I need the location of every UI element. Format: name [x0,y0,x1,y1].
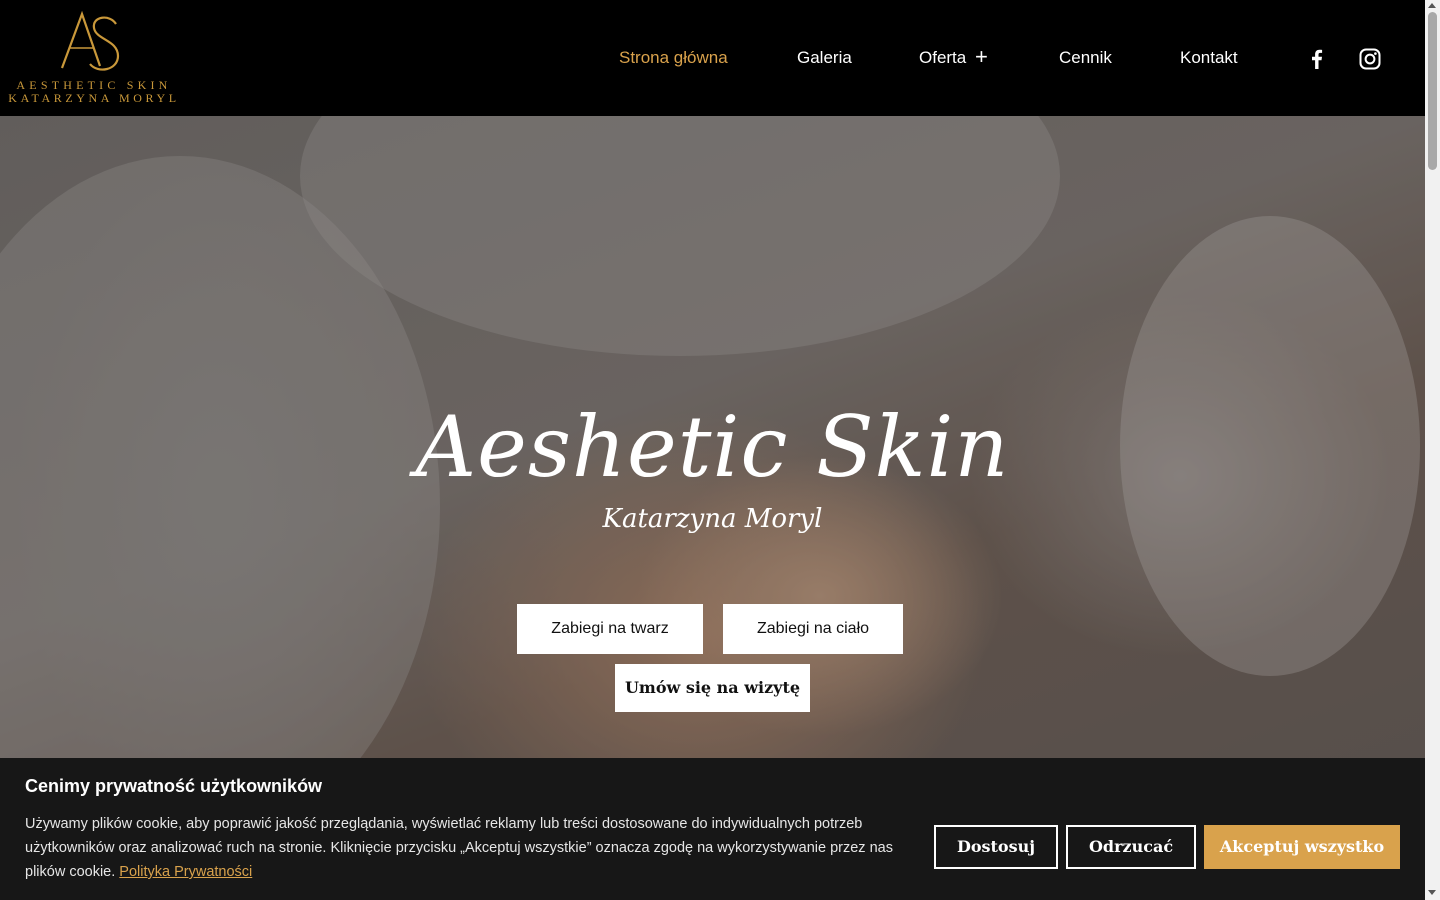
scroll-down-icon[interactable] [1428,890,1436,895]
logo-line-2: KATARZYNA MORYL [8,91,180,105]
plus-icon[interactable]: + [975,46,988,68]
customize-button[interactable]: Dostosuj [934,825,1058,869]
hero-subtitle: Katarzyna Moryl [602,504,823,534]
privacy-policy-link[interactable]: Polityka Prywatności [119,864,252,880]
body-treatments-button[interactable]: Zabiegi na ciało [723,604,903,654]
cookie-banner: Cenimy prywatność użytkowników Używamy p… [0,758,1425,900]
book-appointment-button[interactable]: Umów się na wizytę [615,664,810,712]
nav-item-home[interactable]: Strona główna [619,46,728,70]
nav-item-offer[interactable]: Oferta [919,46,966,70]
reject-button[interactable]: Odrzucać [1066,825,1196,869]
cookie-title: Cenimy prywatność użytkowników [25,776,323,796]
nav-item-contact[interactable]: Kontakt [1180,46,1238,70]
cookie-text: Używamy plików cookie, aby poprawić jako… [25,812,905,884]
hero-title: Aeshetic Skin [415,398,1010,496]
instagram-icon[interactable] [1358,47,1382,71]
nav-item-pricing[interactable]: Cennik [1059,46,1112,70]
site-header: AESTHETIC SKIN KATARZYNA MORYL Strona gł… [0,0,1425,116]
main-nav: Strona główna Galeria Oferta + Cennik Ko… [0,46,1425,70]
scroll-thumb[interactable] [1428,12,1437,170]
face-treatments-button[interactable]: Zabiegi na twarz [517,604,703,654]
accept-all-button[interactable]: Akceptuj wszystko [1204,825,1400,869]
scroll-up-icon[interactable] [1428,3,1436,8]
facebook-icon[interactable] [1305,47,1329,71]
scrollbar[interactable] [1425,0,1440,900]
nav-item-gallery[interactable]: Galeria [797,46,852,70]
